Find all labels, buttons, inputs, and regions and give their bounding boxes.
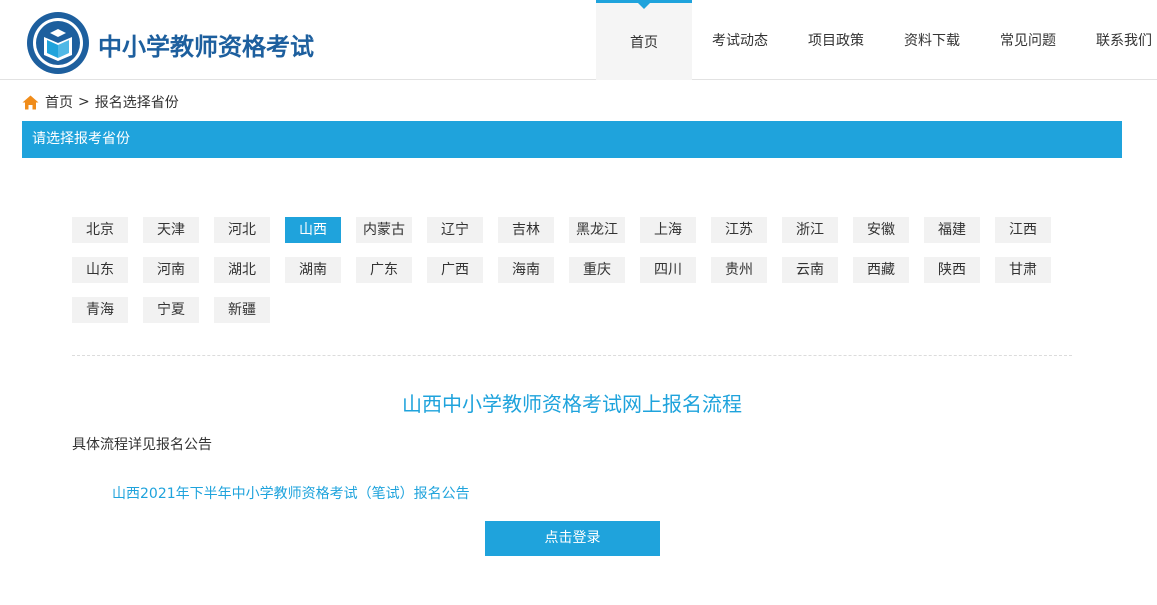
breadcrumb-current: 报名选择省份 bbox=[94, 95, 179, 111]
nav-item-faq[interactable]: 常见问题 bbox=[980, 0, 1076, 80]
site-header: 中小学教师资格考试 首页 考试动态 项目政策 资料下载 常见问题 联系我们 bbox=[0, 0, 1157, 80]
province-yunnan[interactable]: 云南 bbox=[782, 257, 838, 283]
province-henan[interactable]: 河南 bbox=[143, 257, 199, 283]
login-button[interactable]: 点击登录 bbox=[485, 521, 660, 556]
province-shanxi[interactable]: 山西 bbox=[285, 217, 341, 243]
nav-item-exam-news[interactable]: 考试动态 bbox=[692, 0, 788, 80]
province-shandong[interactable]: 山东 bbox=[72, 257, 128, 283]
province-ningxia[interactable]: 宁夏 bbox=[143, 297, 199, 323]
province-neimenggu[interactable]: 内蒙古 bbox=[356, 217, 412, 243]
flow-description: 具体流程详见报名公告 bbox=[72, 437, 212, 453]
province-grid: 北京 天津 河北 山西 内蒙古 辽宁 吉林 黑龙江 上海 江苏 浙江 安徽 福建… bbox=[72, 217, 1072, 337]
province-jiangxi[interactable]: 江西 bbox=[995, 217, 1051, 243]
province-qinghai[interactable]: 青海 bbox=[72, 297, 128, 323]
province-zhejiang[interactable]: 浙江 bbox=[782, 217, 838, 243]
province-xinjiang[interactable]: 新疆 bbox=[214, 297, 270, 323]
nav-item-home[interactable]: 首页 bbox=[596, 0, 692, 80]
province-guizhou[interactable]: 贵州 bbox=[711, 257, 767, 283]
province-hubei[interactable]: 湖北 bbox=[214, 257, 270, 283]
book-seal-logo-icon[interactable] bbox=[26, 11, 90, 75]
province-fujian[interactable]: 福建 bbox=[924, 217, 980, 243]
divider bbox=[72, 355, 1072, 356]
main-nav: 首页 考试动态 项目政策 资料下载 常见问题 联系我们 bbox=[596, 0, 1157, 80]
province-liaoning[interactable]: 辽宁 bbox=[427, 217, 483, 243]
province-beijing[interactable]: 北京 bbox=[72, 217, 128, 243]
notice-link[interactable]: 山西2021年下半年中小学教师资格考试（笔试）报名公告 bbox=[112, 483, 470, 503]
house-icon bbox=[22, 95, 39, 109]
province-heilongjiang[interactable]: 黑龙江 bbox=[569, 217, 625, 243]
breadcrumb-home-link[interactable]: 首页 bbox=[45, 92, 73, 112]
province-row: 青海 宁夏 新疆 bbox=[72, 297, 1072, 323]
province-row: 山东 河南 湖北 湖南 广东 广西 海南 重庆 四川 贵州 云南 西藏 陕西 甘… bbox=[72, 257, 1072, 283]
flow-title: 山西中小学教师资格考试网上报名流程 bbox=[402, 392, 742, 416]
breadcrumb-separator: > bbox=[78, 94, 90, 110]
province-guangdong[interactable]: 广东 bbox=[356, 257, 412, 283]
province-guangxi[interactable]: 广西 bbox=[427, 257, 483, 283]
section-title-bar: 请选择报考省份 bbox=[22, 121, 1122, 158]
province-shanghai[interactable]: 上海 bbox=[640, 217, 696, 243]
province-gansu[interactable]: 甘肃 bbox=[995, 257, 1051, 283]
province-jiangsu[interactable]: 江苏 bbox=[711, 217, 767, 243]
province-hebei[interactable]: 河北 bbox=[214, 217, 270, 243]
province-xizang[interactable]: 西藏 bbox=[853, 257, 909, 283]
province-jilin[interactable]: 吉林 bbox=[498, 217, 554, 243]
province-chongqing[interactable]: 重庆 bbox=[569, 257, 625, 283]
province-sichuan[interactable]: 四川 bbox=[640, 257, 696, 283]
breadcrumb: 首页 > 报名选择省份 bbox=[22, 92, 179, 112]
nav-item-policy[interactable]: 项目政策 bbox=[788, 0, 884, 80]
province-tianjin[interactable]: 天津 bbox=[143, 217, 199, 243]
nav-item-downloads[interactable]: 资料下载 bbox=[884, 0, 980, 80]
province-anhui[interactable]: 安徽 bbox=[853, 217, 909, 243]
site-title: 中小学教师资格考试 bbox=[98, 33, 314, 61]
nav-item-contact[interactable]: 联系我们 bbox=[1076, 0, 1157, 80]
province-row: 北京 天津 河北 山西 内蒙古 辽宁 吉林 黑龙江 上海 江苏 浙江 安徽 福建… bbox=[72, 217, 1072, 243]
province-hunan[interactable]: 湖南 bbox=[285, 257, 341, 283]
province-shaanxi[interactable]: 陕西 bbox=[924, 257, 980, 283]
province-hainan[interactable]: 海南 bbox=[498, 257, 554, 283]
